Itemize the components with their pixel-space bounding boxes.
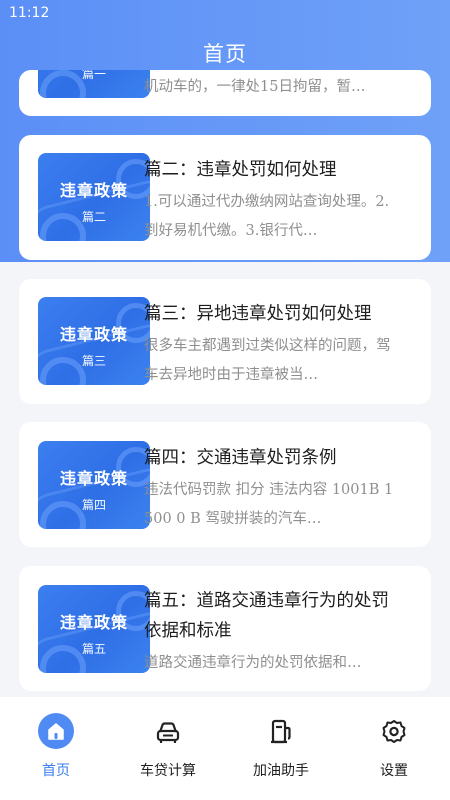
article-desc-1: 机动车的，一律处15日拘留，暂… <box>144 79 366 95</box>
thumbnail-title: 违章政策 <box>59 325 128 344</box>
thumbnail-subtitle: 篇三 <box>81 354 106 368</box>
article-title-2: 篇二：违章处罚如何处理 <box>144 160 337 180</box>
article-thumbnail-3: 违章政策 篇三 <box>38 297 150 385</box>
article-title-4: 篇四：交通违章处罚条例 <box>144 448 337 468</box>
status-bar-time: 11:12 <box>9 5 50 21</box>
tab-label: 设置 <box>380 763 408 779</box>
article-desc-5: 道路交通违章行为的处罚依据和… <box>144 655 362 671</box>
car-icon <box>150 716 186 748</box>
page-title: 首页 <box>203 42 247 66</box>
thumbnail-title: 违章政策 <box>59 613 128 632</box>
thumbnail-title: 违章政策 <box>59 181 128 200</box>
gear-icon <box>376 716 412 748</box>
article-desc-3: 很多车主都遇到过类似这样的问题，驾车去异地时由于违章被当… <box>144 338 391 383</box>
tab-settings[interactable]: 设置 <box>338 697 450 800</box>
tab-car-loan[interactable]: 车贷计算 <box>112 697 224 800</box>
thumbnail-subtitle: 篇四 <box>81 498 106 512</box>
article-desc-2: 1.可以通过代办缴纳网站查询处理。2.到好易机代缴。3.银行代… <box>144 194 390 239</box>
tab-label: 首页 <box>42 763 70 779</box>
article-desc-4: 违法代码罚款 扣分 违法内容 1001B 1500 0 B 驾驶拼装的汽车… <box>144 482 394 527</box>
article-title-5: 篇五：道路交通违章行为的处罚依据和标准 <box>144 591 389 641</box>
tab-label: 加油助手 <box>253 763 309 779</box>
article-thumbnail-2: 违章政策 篇二 <box>38 153 150 241</box>
article-title-3: 篇三：异地违章处罚如何处理 <box>144 304 372 324</box>
home-icon <box>38 713 74 749</box>
tab-fuel-helper[interactable]: 加油助手 <box>225 697 337 800</box>
article-thumbnail-5: 违章政策 篇五 <box>38 585 150 673</box>
thumbnail-title: 违章政策 <box>59 469 128 488</box>
bottom-tab-bar: 首页 车贷计算 加油助手 设置 <box>0 697 450 800</box>
article-thumbnail-4: 违章政策 篇四 <box>38 441 150 529</box>
thumbnail-subtitle: 篇五 <box>81 642 106 656</box>
thumbnail-subtitle: 篇二 <box>81 210 106 224</box>
tab-home[interactable]: 首页 <box>0 697 112 800</box>
fuel-pump-icon <box>263 716 299 748</box>
tab-label: 车贷计算 <box>140 763 196 779</box>
